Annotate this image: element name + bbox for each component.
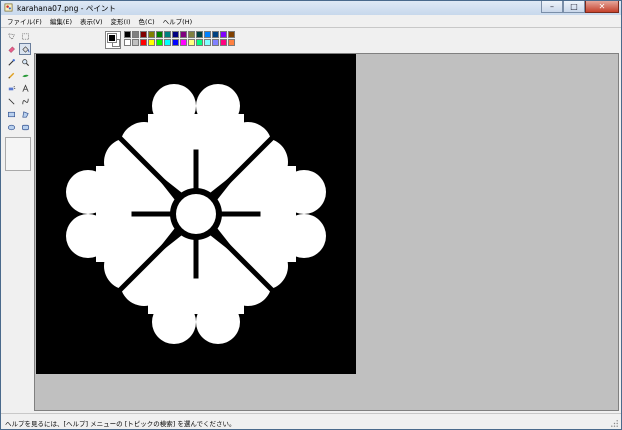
palette-swatch-25[interactable] xyxy=(212,39,219,46)
window-title: karahana07.png - ペイント xyxy=(17,4,116,13)
status-bar: ヘルプを見るには、[ヘルプ] メニューの [トピックの検索] を選んでください。 xyxy=(1,413,621,429)
palette-swatch-3[interactable] xyxy=(148,31,155,38)
menu-bar: ファイル(F) 編集(E) 表示(V) 変形(I) 色(C) ヘルプ(H) xyxy=(1,15,621,28)
menu-file[interactable]: ファイル(F) xyxy=(1,16,46,26)
pencil-icon[interactable] xyxy=(5,69,17,81)
current-colors[interactable] xyxy=(105,31,121,49)
brush-icon[interactable] xyxy=(19,69,31,81)
paint-window: karahana07.png - ペイント – □ ✕ ファイル(F) 編集(E… xyxy=(0,0,622,430)
ellipse-icon[interactable] xyxy=(5,121,17,133)
maximize-button[interactable]: □ xyxy=(563,1,585,13)
palette-swatch-17[interactable] xyxy=(148,39,155,46)
palette-swatch-5[interactable] xyxy=(164,31,171,38)
magnifier-icon[interactable] xyxy=(19,56,31,68)
rectangle-icon[interactable] xyxy=(5,108,17,120)
menu-view[interactable]: 表示(V) xyxy=(76,16,107,26)
line-icon[interactable] xyxy=(5,95,17,107)
menu-colors[interactable]: 色(C) xyxy=(135,16,159,26)
eraser-icon[interactable] xyxy=(5,43,17,55)
menu-help[interactable]: ヘルプ(H) xyxy=(159,16,196,26)
tool-options-panel[interactable] xyxy=(5,137,31,171)
resize-grip-icon[interactable] xyxy=(610,419,619,428)
palette-swatch-13[interactable] xyxy=(228,31,235,38)
palette-swatch-14[interactable] xyxy=(124,39,131,46)
maximize-icon: □ xyxy=(570,1,578,11)
fill-icon[interactable] xyxy=(19,43,31,55)
minimize-icon: – xyxy=(550,1,554,11)
text-icon[interactable] xyxy=(19,82,31,94)
close-button[interactable]: ✕ xyxy=(585,1,619,13)
palette-swatch-19[interactable] xyxy=(164,39,171,46)
palette-swatch-11[interactable] xyxy=(212,31,219,38)
palette-swatch-7[interactable] xyxy=(180,31,187,38)
palette-swatch-12[interactable] xyxy=(220,31,227,38)
palette-swatch-1[interactable] xyxy=(132,31,139,38)
menu-image[interactable]: 変形(I) xyxy=(107,16,135,26)
free-select-icon[interactable] xyxy=(5,30,17,42)
curve-icon[interactable] xyxy=(19,95,31,107)
workspace xyxy=(1,28,621,413)
palette-swatch-6[interactable] xyxy=(172,31,179,38)
menu-edit[interactable]: 編集(E) xyxy=(46,16,76,26)
canvas-scroll-area[interactable] xyxy=(34,53,619,411)
palette-swatch-18[interactable] xyxy=(156,39,163,46)
palette-swatch-10[interactable] xyxy=(204,31,211,38)
airbrush-icon[interactable] xyxy=(5,82,17,94)
palette-swatch-15[interactable] xyxy=(132,39,139,46)
palette-swatch-16[interactable] xyxy=(140,39,147,46)
palette-swatch-0[interactable] xyxy=(124,31,131,38)
drawing-canvas[interactable] xyxy=(36,54,356,374)
polygon-icon[interactable] xyxy=(19,108,31,120)
palette-swatch-22[interactable] xyxy=(188,39,195,46)
rounded-rect-icon[interactable] xyxy=(19,121,31,133)
color-picker-icon[interactable] xyxy=(5,56,17,68)
palette-swatch-4[interactable] xyxy=(156,31,163,38)
palette-swatches xyxy=(124,31,235,49)
palette-swatch-26[interactable] xyxy=(220,39,227,46)
palette-swatch-21[interactable] xyxy=(180,39,187,46)
close-icon: ✕ xyxy=(598,1,606,11)
palette-swatch-23[interactable] xyxy=(196,39,203,46)
palette-swatch-27[interactable] xyxy=(228,39,235,46)
color-palette xyxy=(105,31,235,49)
palette-swatch-2[interactable] xyxy=(140,31,147,38)
palette-swatch-9[interactable] xyxy=(196,31,203,38)
palette-swatch-8[interactable] xyxy=(188,31,195,38)
palette-swatch-24[interactable] xyxy=(204,39,211,46)
title-bar[interactable]: karahana07.png - ペイント – □ ✕ xyxy=(1,1,621,15)
status-help-text: ヘルプを見るには、[ヘルプ] メニューの [トピックの検索] を選んでください。 xyxy=(5,420,236,428)
karahana-crest-image xyxy=(36,54,356,374)
toolbox xyxy=(3,30,31,410)
foreground-color-swatch xyxy=(107,33,117,43)
palette-swatch-20[interactable] xyxy=(172,39,179,46)
paint-app-icon xyxy=(4,3,13,12)
minimize-button[interactable]: – xyxy=(541,1,563,13)
rect-select-icon[interactable] xyxy=(19,30,31,42)
